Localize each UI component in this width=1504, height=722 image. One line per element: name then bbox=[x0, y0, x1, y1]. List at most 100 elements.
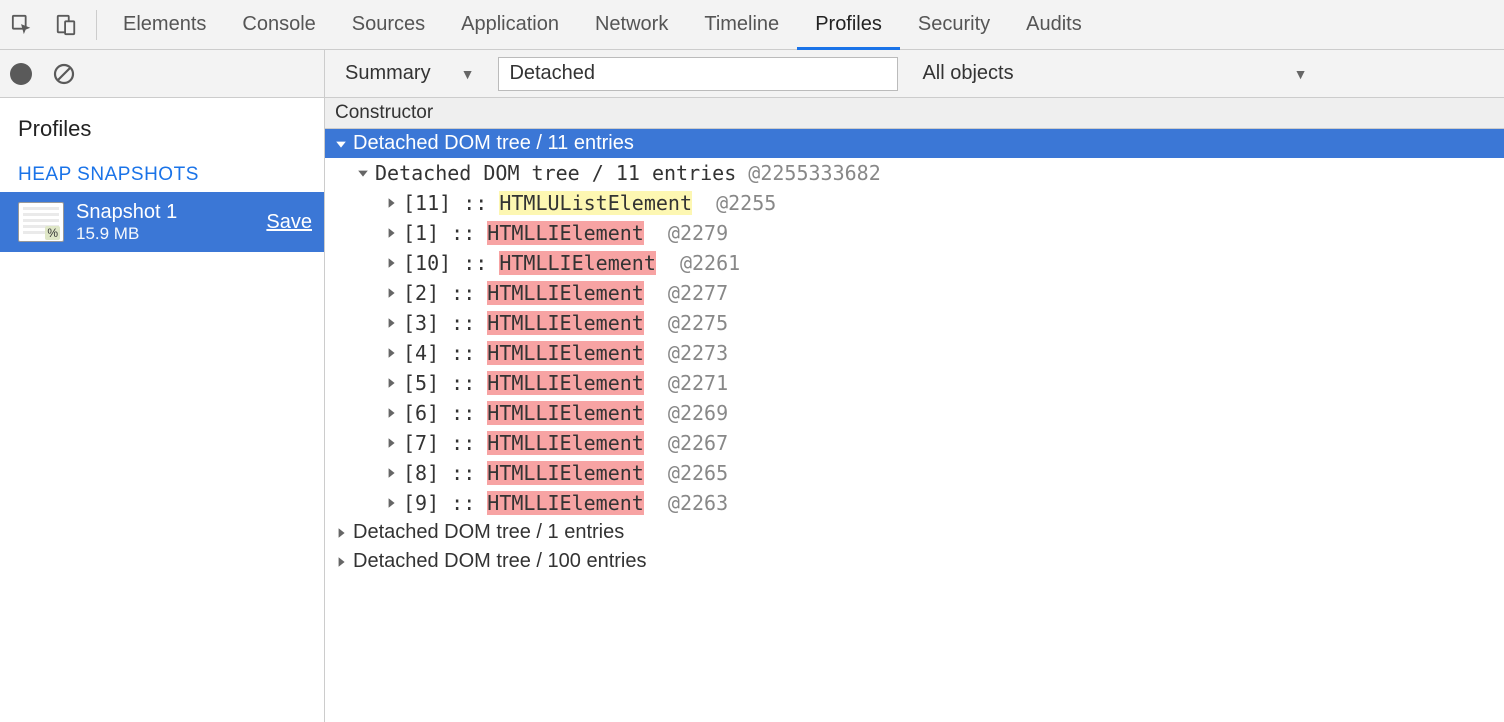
disclosure-closed-icon[interactable] bbox=[383, 197, 399, 209]
inspect-element-icon[interactable] bbox=[0, 0, 44, 50]
devtools-topbar: ElementsConsoleSourcesApplicationNetwork… bbox=[0, 0, 1504, 50]
tab-console[interactable]: Console bbox=[224, 0, 333, 49]
tree-row[interactable]: [9] :: HTMLLIElement @2263 bbox=[325, 488, 1504, 518]
entry-sep: :: bbox=[439, 431, 487, 455]
disclosure-closed-icon[interactable] bbox=[333, 527, 349, 539]
entry-sep: :: bbox=[439, 401, 487, 425]
sidebar-toolbar bbox=[0, 50, 324, 98]
class-filter-input[interactable] bbox=[498, 57, 898, 91]
snapshot-row[interactable]: Snapshot 1 15.9 MB Save bbox=[0, 192, 324, 252]
tree-row[interactable]: Detached DOM tree / 100 entries bbox=[325, 547, 1504, 576]
disclosure-closed-icon[interactable] bbox=[383, 227, 399, 239]
tab-sources[interactable]: Sources bbox=[334, 0, 443, 49]
devtools-root: ElementsConsoleSourcesApplicationNetwork… bbox=[0, 0, 1504, 722]
tree-row[interactable]: [2] :: HTMLLIElement @2277 bbox=[325, 278, 1504, 308]
snapshot-size: 15.9 MB bbox=[76, 224, 177, 244]
disclosure-closed-icon[interactable] bbox=[383, 437, 399, 449]
tree-row[interactable]: [10] :: HTMLLIElement @2261 bbox=[325, 248, 1504, 278]
panel-tabs: ElementsConsoleSourcesApplicationNetwork… bbox=[105, 0, 1100, 49]
disclosure-closed-icon[interactable] bbox=[383, 407, 399, 419]
entry-index: [3] bbox=[403, 311, 439, 335]
tree-label: Detached DOM tree / 11 entries bbox=[375, 161, 748, 185]
disclosure-closed-icon[interactable] bbox=[383, 287, 399, 299]
tree-row[interactable]: [3] :: HTMLLIElement @2275 bbox=[325, 308, 1504, 338]
device-toolbar-icon[interactable] bbox=[44, 0, 88, 50]
object-id: @2279 bbox=[644, 221, 728, 245]
tree-row[interactable]: [7] :: HTMLLIElement @2267 bbox=[325, 428, 1504, 458]
tree-row[interactable]: [8] :: HTMLLIElement @2265 bbox=[325, 458, 1504, 488]
disclosure-closed-icon[interactable] bbox=[383, 377, 399, 389]
workspace: Profiles HEAP SNAPSHOTS Snapshot 1 15.9 … bbox=[0, 50, 1504, 722]
object-id: @2263 bbox=[644, 491, 728, 515]
object-scope-dropdown[interactable]: All objects ▼ bbox=[916, 58, 1313, 89]
entry-type: HTMLLIElement bbox=[487, 221, 644, 245]
tree-row[interactable]: [5] :: HTMLLIElement @2271 bbox=[325, 368, 1504, 398]
object-id: @2275 bbox=[644, 311, 728, 335]
entry-index: [2] bbox=[403, 281, 439, 305]
entry-sep: :: bbox=[451, 251, 499, 275]
entry-type: HTMLUListElement bbox=[499, 191, 692, 215]
tab-network[interactable]: Network bbox=[577, 0, 686, 49]
view-mode-label: Summary bbox=[345, 62, 431, 85]
entry-type: HTMLLIElement bbox=[487, 461, 644, 485]
entry-type: HTMLLIElement bbox=[487, 401, 644, 425]
clear-icon[interactable] bbox=[52, 62, 76, 86]
tree-row[interactable]: [11] :: HTMLUListElement @2255 bbox=[325, 188, 1504, 218]
disclosure-open-icon[interactable] bbox=[333, 138, 349, 150]
object-id: @2265 bbox=[644, 461, 728, 485]
tree-row[interactable]: Detached DOM tree / 1 entries bbox=[325, 518, 1504, 547]
entry-type: HTMLLIElement bbox=[487, 491, 644, 515]
entry-sep: :: bbox=[439, 371, 487, 395]
entry-type: HTMLLIElement bbox=[487, 281, 644, 305]
sidebar-section-label: HEAP SNAPSHOTS bbox=[0, 150, 324, 192]
tab-elements[interactable]: Elements bbox=[105, 0, 224, 49]
entry-sep: :: bbox=[451, 191, 499, 215]
tree-row[interactable]: [6] :: HTMLLIElement @2269 bbox=[325, 398, 1504, 428]
column-header-constructor[interactable]: Constructor bbox=[325, 98, 1504, 129]
disclosure-closed-icon[interactable] bbox=[383, 497, 399, 509]
tab-application[interactable]: Application bbox=[443, 0, 577, 49]
constructor-tree: Detached DOM tree / 11 entriesDetached D… bbox=[325, 129, 1504, 576]
profiles-mainpane: Summary ▼ All objects ▼ Constructor Deta… bbox=[325, 50, 1504, 722]
tree-row[interactable]: [1] :: HTMLLIElement @2279 bbox=[325, 218, 1504, 248]
tab-profiles[interactable]: Profiles bbox=[797, 0, 900, 49]
disclosure-open-icon[interactable] bbox=[355, 167, 371, 179]
view-mode-dropdown[interactable]: Summary ▼ bbox=[339, 58, 480, 89]
disclosure-closed-icon[interactable] bbox=[333, 556, 349, 568]
disclosure-closed-icon[interactable] bbox=[383, 257, 399, 269]
tab-security[interactable]: Security bbox=[900, 0, 1008, 49]
snapshot-thumb-icon bbox=[18, 202, 64, 242]
tree-row[interactable]: Detached DOM tree / 11 entries @22553336… bbox=[325, 158, 1504, 188]
toolbar-divider bbox=[96, 10, 97, 40]
disclosure-closed-icon[interactable] bbox=[383, 347, 399, 359]
entry-type: HTMLLIElement bbox=[487, 371, 644, 395]
tab-timeline[interactable]: Timeline bbox=[686, 0, 797, 49]
object-id: @2267 bbox=[644, 431, 728, 455]
entry-sep: :: bbox=[439, 281, 487, 305]
tree-row[interactable]: [4] :: HTMLLIElement @2273 bbox=[325, 338, 1504, 368]
tree-row-selected[interactable]: Detached DOM tree / 11 entries bbox=[325, 129, 1504, 158]
entry-index: [7] bbox=[403, 431, 439, 455]
entry-sep: :: bbox=[439, 341, 487, 365]
entry-sep: :: bbox=[439, 461, 487, 485]
chevron-down-icon: ▼ bbox=[461, 66, 475, 82]
record-icon[interactable] bbox=[10, 63, 32, 85]
object-id: @2277 bbox=[644, 281, 728, 305]
entry-index: [6] bbox=[403, 401, 439, 425]
object-id: @2255 bbox=[692, 191, 776, 215]
disclosure-closed-icon[interactable] bbox=[383, 317, 399, 329]
snapshot-save-link[interactable]: Save bbox=[266, 211, 312, 234]
entry-sep: :: bbox=[439, 221, 487, 245]
disclosure-closed-icon[interactable] bbox=[383, 467, 399, 479]
entry-sep: :: bbox=[439, 311, 487, 335]
tab-audits[interactable]: Audits bbox=[1008, 0, 1100, 49]
object-scope-label: All objects bbox=[922, 62, 1013, 85]
chevron-down-icon: ▼ bbox=[1294, 66, 1308, 82]
snapshot-name: Snapshot 1 bbox=[76, 200, 177, 224]
tree-label: Detached DOM tree / 11 entries bbox=[353, 132, 634, 155]
entry-index: [1] bbox=[403, 221, 439, 245]
entry-index: [4] bbox=[403, 341, 439, 365]
snapshot-info: Snapshot 1 15.9 MB bbox=[76, 200, 177, 244]
entry-index: [10] bbox=[403, 251, 451, 275]
object-id: @2261 bbox=[656, 251, 740, 275]
